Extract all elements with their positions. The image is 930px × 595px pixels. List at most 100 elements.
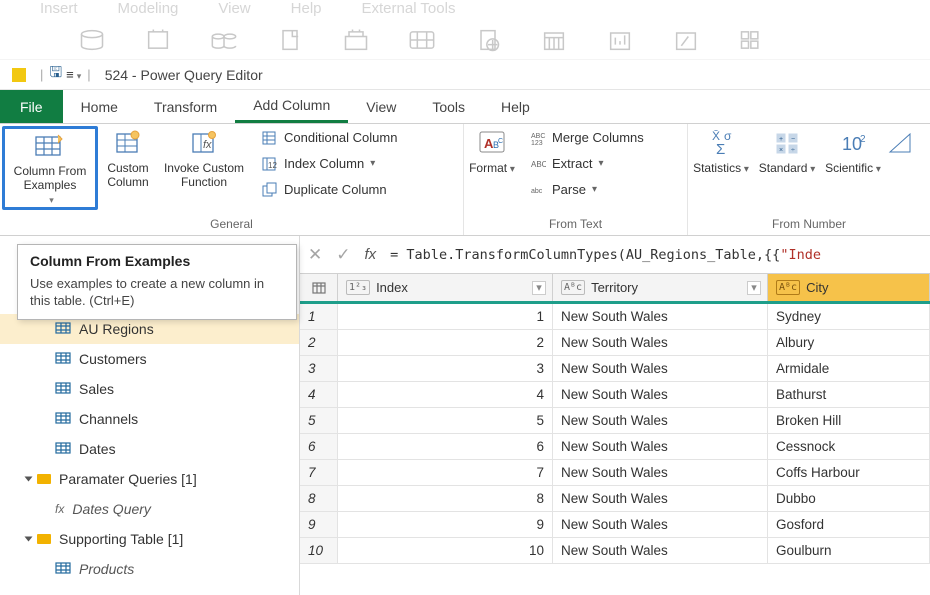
query-item[interactable]: Channels — [0, 404, 299, 434]
query-item[interactable]: Dates — [0, 434, 299, 464]
query-item[interactable]: fxDates Query — [0, 494, 299, 524]
query-group[interactable]: Paramater Queries [1] — [0, 464, 299, 494]
svg-text:fx: fx — [203, 139, 212, 151]
fx-icon[interactable]: fx — [365, 246, 377, 263]
column-filter-dropdown[interactable]: ▾ — [532, 281, 546, 295]
cell-index[interactable]: 7 — [338, 460, 553, 485]
cell-index[interactable]: 3 — [338, 356, 553, 381]
table-row[interactable]: 77New South WalesCoffs Harbour — [300, 460, 930, 486]
tab-help[interactable]: Help — [483, 90, 548, 123]
ribbon: Column From Examples Custom Column fx In… — [0, 124, 930, 236]
statistics-button[interactable]: X̄σΣ Statistics — [688, 124, 754, 212]
formula-text[interactable]: = Table.TransformColumnTypes(AU_Regions_… — [390, 247, 922, 263]
query-item[interactable]: Customers — [0, 344, 299, 374]
query-item-label: Dates Query — [72, 501, 151, 517]
tooltip-column-from-examples: Column From Examples Use examples to cre… — [17, 244, 297, 320]
cell-index[interactable]: 5 — [338, 408, 553, 433]
cell-territory[interactable]: New South Wales — [553, 460, 768, 485]
query-item-label: Customers — [79, 351, 147, 367]
query-item[interactable]: Sales — [0, 374, 299, 404]
column-header-city[interactable]: Aᴮc City — [768, 274, 930, 301]
cell-index[interactable]: 8 — [338, 486, 553, 511]
cell-territory[interactable]: New South Wales — [553, 408, 768, 433]
cell-index[interactable]: 4 — [338, 382, 553, 407]
cell-territory[interactable]: New South Wales — [553, 356, 768, 381]
cell-territory[interactable]: New South Wales — [553, 486, 768, 511]
save-icon[interactable]: 🖫 — [49, 62, 62, 87]
cell-territory[interactable]: New South Wales — [553, 434, 768, 459]
grid-header: 1²₃ Index ▾ Aᴮc Territory ▾ Aᴮc City — [300, 274, 930, 304]
table-row[interactable]: 11New South WalesSydney — [300, 304, 930, 330]
custom-column-button[interactable]: Custom Column — [100, 124, 156, 212]
cell-index[interactable]: 9 — [338, 512, 553, 537]
query-group[interactable]: Supporting Table [1] — [0, 524, 299, 554]
table-row[interactable]: 33New South WalesArmidale — [300, 356, 930, 382]
column-header-index[interactable]: 1²₃ Index ▾ — [338, 274, 553, 301]
table-row[interactable]: 99New South WalesGosford — [300, 512, 930, 538]
cell-city[interactable]: Broken Hill — [768, 408, 930, 433]
cell-territory[interactable]: New South Wales — [553, 382, 768, 407]
cell-city[interactable]: Goulburn — [768, 538, 930, 563]
cell-index[interactable]: 10 — [338, 538, 553, 563]
extract-button[interactable]: ABC Extract — [530, 154, 644, 174]
trig-button[interactable] — [886, 124, 916, 212]
duplicate-column-button[interactable]: Duplicate Column — [262, 180, 397, 200]
table-row[interactable]: 44New South WalesBathurst — [300, 382, 930, 408]
qat-dropdown[interactable]: ≡ — [66, 67, 81, 82]
formula-cancel-icon[interactable]: ✕ — [308, 245, 322, 265]
table-row[interactable]: 66New South WalesCessnock — [300, 434, 930, 460]
cell-city[interactable]: Sydney — [768, 304, 930, 329]
invoke-custom-function-icon: fx — [188, 128, 220, 158]
table-row[interactable]: 88New South WalesDubbo — [300, 486, 930, 512]
statistics-icon: X̄σΣ — [705, 128, 737, 158]
cell-city[interactable]: Cessnock — [768, 434, 930, 459]
cell-city[interactable]: Armidale — [768, 356, 930, 381]
tab-home[interactable]: Home — [63, 90, 136, 123]
table-row[interactable]: 55New South WalesBroken Hill — [300, 408, 930, 434]
conditional-column-button[interactable]: Conditional Column — [262, 128, 397, 148]
merge-columns-button[interactable]: ABC123 Merge Columns — [530, 128, 644, 148]
cell-index[interactable]: 1 — [338, 304, 553, 329]
invoke-custom-function-button[interactable]: fx Invoke Custom Function — [156, 124, 252, 212]
cell-city[interactable]: Dubbo — [768, 486, 930, 511]
column-header-territory[interactable]: Aᴮc Territory ▾ — [553, 274, 768, 301]
cell-index[interactable]: 6 — [338, 434, 553, 459]
row-number: 4 — [300, 382, 338, 407]
standard-button[interactable]: +−×÷ Standard — [754, 124, 820, 212]
parse-button[interactable]: abc Parse — [530, 180, 644, 200]
row-number: 8 — [300, 486, 338, 511]
table-row[interactable]: 1010New South WalesGoulburn — [300, 538, 930, 564]
column-filter-dropdown[interactable]: ▾ — [747, 281, 761, 295]
cell-city[interactable]: Gosford — [768, 512, 930, 537]
query-item-label: AU Regions — [79, 321, 154, 337]
table-icon — [55, 441, 71, 457]
standard-label: Standard — [759, 161, 816, 177]
tab-transform[interactable]: Transform — [136, 90, 235, 123]
cell-city[interactable]: Bathurst — [768, 382, 930, 407]
format-button[interactable]: ABC Format — [464, 124, 520, 212]
cell-territory[interactable]: New South Wales — [553, 538, 768, 563]
row-number: 5 — [300, 408, 338, 433]
tab-add-column[interactable]: Add Column — [235, 90, 348, 123]
row-number: 2 — [300, 330, 338, 355]
table-options-button[interactable] — [300, 274, 338, 301]
cell-city[interactable]: Albury — [768, 330, 930, 355]
tab-view[interactable]: View — [348, 90, 414, 123]
tab-tools[interactable]: Tools — [414, 90, 483, 123]
table-row[interactable]: 22New South WalesAlbury — [300, 330, 930, 356]
index-column-button[interactable]: 12 Index Column — [262, 154, 397, 174]
column-from-examples-button[interactable]: Column From Examples — [2, 126, 98, 210]
table-icon — [55, 381, 71, 397]
cell-territory[interactable]: New South Wales — [553, 330, 768, 355]
tab-file[interactable]: File — [0, 90, 63, 123]
scientific-button[interactable]: 102 Scientific — [820, 124, 886, 212]
cell-city[interactable]: Coffs Harbour — [768, 460, 930, 485]
grid-body: 11New South WalesSydney22New South Wales… — [300, 304, 930, 564]
expand-icon — [25, 537, 33, 542]
cell-index[interactable]: 2 — [338, 330, 553, 355]
cell-territory[interactable]: New South Wales — [553, 512, 768, 537]
query-item[interactable]: Products — [0, 554, 299, 584]
formula-accept-icon[interactable]: ✓ — [336, 245, 350, 265]
cell-territory[interactable]: New South Wales — [553, 304, 768, 329]
svg-text:ABC: ABC — [531, 160, 546, 169]
